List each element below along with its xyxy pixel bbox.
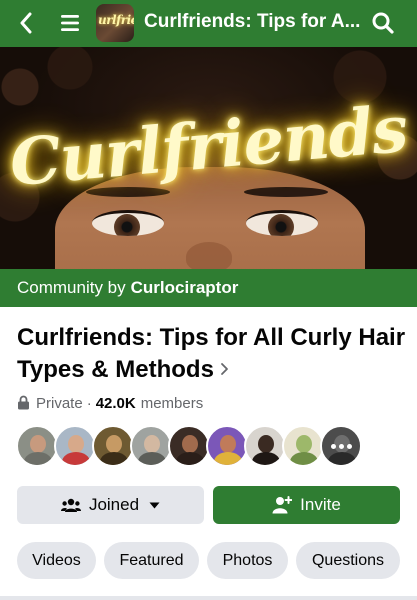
community-owner-link[interactable]: Curlociraptor [131,278,239,298]
back-arrow-icon[interactable] [12,9,40,37]
cover-right-eye [246,210,318,236]
member-avatar[interactable] [206,425,248,467]
group-title-header[interactable]: Curlfriends: Tips for A... [144,11,360,33]
lock-icon [17,395,31,411]
joined-button-label: Joined [88,495,140,514]
member-avatar-head [220,435,236,453]
members-label[interactable]: members [141,395,204,412]
tab-photos[interactable]: Photos [207,542,288,579]
member-count[interactable]: 42.0K [96,395,136,412]
member-avatar-row[interactable] [16,425,362,469]
member-avatar[interactable] [54,425,96,467]
member-avatar[interactable] [168,425,210,467]
invite-button-label: Invite [300,495,341,514]
member-avatar-body [100,452,128,465]
member-avatar-head [258,435,274,453]
privacy-label: Private [36,394,83,412]
group-cover-photo[interactable]: Curlfriends [0,47,417,269]
group-name-text: Curlfriends: Tips for All Curly Hair Typ… [17,324,406,383]
tab-videos[interactable]: Videos [17,542,96,579]
hamburger-menu-icon[interactable] [56,9,84,37]
group-people-icon [60,497,81,513]
member-avatar-body [138,452,166,465]
member-avatar-head [182,435,198,453]
member-avatar-body [290,452,318,465]
member-avatar-head [68,435,84,453]
member-avatar-head [144,435,160,453]
group-avatar[interactable]: urlfrien [96,4,134,42]
section-divider [0,596,417,600]
member-avatar[interactable] [282,425,324,467]
group-name-heading[interactable]: Curlfriends: Tips for All Curly Hair Typ… [17,322,407,385]
member-avatar-body [62,452,90,465]
invite-button[interactable]: Invite [213,486,400,524]
member-avatar[interactable] [244,425,286,467]
caret-down-icon [149,502,160,509]
joined-button[interactable]: Joined [17,486,204,524]
member-avatar-head [30,435,46,453]
member-avatar-head [106,435,122,453]
community-prefix: Community by [17,278,126,297]
cover-left-eye [92,210,164,236]
member-avatar-body [252,452,280,465]
group-meta-info: Private · 42.0K members [17,393,203,413]
cover-nose [186,242,232,269]
more-members-icon[interactable] [322,427,360,465]
tab-questions[interactable]: Questions [296,542,400,579]
member-avatar[interactable] [16,425,58,467]
top-navigation-bar: urlfrien Curlfriends: Tips for A... [0,0,417,47]
meta-separator: · [86,394,92,412]
member-avatar-head [296,435,312,453]
member-avatar[interactable] [130,425,172,467]
member-avatar-body [214,452,242,465]
member-avatar-body [176,452,204,465]
group-avatar-text: urlfrien [98,13,134,27]
search-icon[interactable] [368,9,398,37]
tab-featured[interactable]: Featured [104,542,199,579]
member-avatar[interactable] [320,425,362,467]
chevron-right-icon [220,353,229,384]
member-avatar[interactable] [92,425,134,467]
community-owner-band: Community by Curlociraptor [0,269,417,307]
cover-right-brow [244,187,328,197]
add-person-icon [272,496,293,514]
member-avatar-body [24,452,52,465]
